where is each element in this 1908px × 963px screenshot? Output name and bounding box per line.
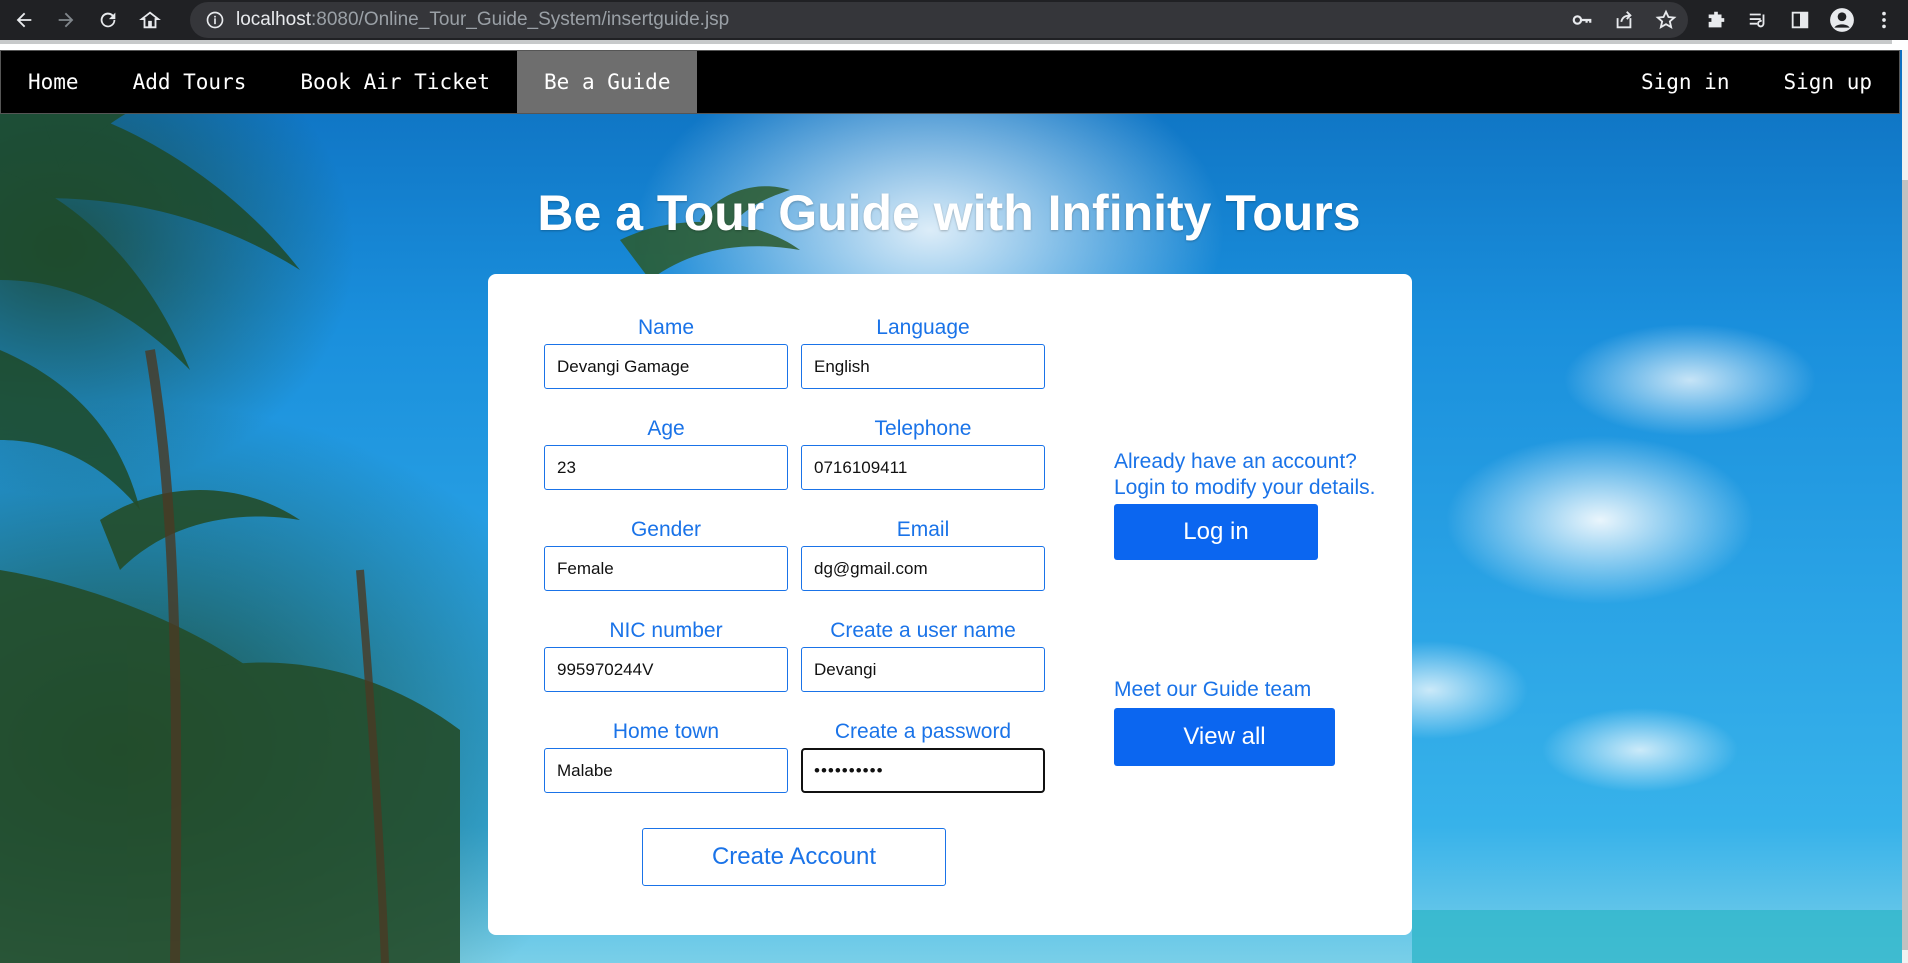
extensions-icon[interactable]	[1700, 4, 1732, 36]
email-label: Email	[896, 518, 950, 541]
nav-add-tours[interactable]: Add Tours	[106, 51, 274, 113]
login-prompt-line2: Login to modify your details.	[1114, 476, 1376, 499]
nav-sign-in[interactable]: Sign in	[1614, 51, 1757, 113]
age-label: Age	[647, 417, 685, 440]
hometown-field-group: Home town Malabe	[544, 720, 788, 793]
language-label: Language	[876, 316, 970, 339]
site-info-icon[interactable]	[202, 7, 228, 33]
nav-be-a-guide[interactable]: Be a Guide	[517, 51, 698, 113]
password-field-group: Create a password ••••••••••	[801, 720, 1045, 793]
telephone-field-group: Telephone 0716109411	[801, 417, 1045, 490]
profile-avatar-icon[interactable]	[1826, 4, 1858, 36]
name-label: Name	[637, 316, 695, 339]
gender-label: Gender	[630, 518, 702, 541]
name-field-group: Name Devangi Gamage	[544, 316, 788, 389]
url-host: localhost	[236, 9, 311, 30]
password-label: Create a password	[834, 720, 1012, 743]
password-input[interactable]: ••••••••••	[801, 748, 1045, 793]
site-navbar: Home Add Tours Book Air Ticket Be a Guid…	[0, 50, 1900, 114]
side-panel-icon[interactable]	[1784, 4, 1816, 36]
url-path: :8080/Online_Tour_Guide_System/insertgui…	[311, 9, 730, 30]
browser-toolbar: localhost:8080/Online_Tour_Guide_System/…	[0, 0, 1908, 40]
team-prompt: Meet our Guide team	[1114, 678, 1312, 701]
reading-list-icon[interactable]	[1742, 4, 1774, 36]
nic-label: NIC number	[609, 619, 723, 642]
hometown-input[interactable]: Malabe	[544, 748, 788, 793]
page-title: Be a Tour Guide with Infinity Tours	[537, 185, 1361, 241]
nav-home[interactable]: Home	[1, 51, 106, 113]
reload-icon[interactable]	[90, 2, 126, 38]
chrome-menu-icon[interactable]	[1868, 4, 1900, 36]
nic-input[interactable]: 995970244V	[544, 647, 788, 692]
bookmark-star-icon[interactable]	[1652, 6, 1680, 34]
url-text: localhost:8080/Online_Tour_Guide_System/…	[236, 9, 729, 31]
nav-spacer	[697, 51, 1614, 113]
username-field-group: Create a user name Devangi	[801, 619, 1045, 692]
toolbar-divider	[0, 40, 1908, 50]
back-icon[interactable]	[6, 2, 42, 38]
username-input[interactable]: Devangi	[801, 647, 1045, 692]
scrollbar-thumb[interactable]	[1902, 180, 1908, 950]
email-field-group: Email dg@gmail.com	[801, 518, 1045, 591]
email-input[interactable]: dg@gmail.com	[801, 546, 1045, 591]
age-field-group: Age 23	[544, 417, 788, 490]
telephone-input[interactable]: 0716109411	[801, 445, 1045, 490]
gender-field-group: Gender Female	[544, 518, 788, 591]
language-field-group: Language English	[801, 316, 1045, 389]
create-account-button[interactable]: Create Account	[642, 828, 946, 886]
nav-book-air-ticket[interactable]: Book Air Ticket	[273, 51, 517, 113]
login-prompt-line1: Already have an account?	[1114, 450, 1357, 473]
nic-field-group: NIC number 995970244V	[544, 619, 788, 692]
page-background: Home Add Tours Book Air Ticket Be a Guid…	[0, 50, 1902, 963]
username-label: Create a user name	[830, 619, 1016, 642]
view-all-button[interactable]: View all	[1114, 708, 1335, 766]
nav-sign-up[interactable]: Sign up	[1756, 51, 1899, 113]
forward-icon[interactable]	[48, 2, 84, 38]
language-input[interactable]: English	[801, 344, 1045, 389]
home-icon[interactable]	[132, 2, 168, 38]
guide-registration-card: Name Devangi Gamage Language English Age…	[488, 274, 1412, 935]
share-icon[interactable]	[1610, 6, 1638, 34]
page-scrollbar[interactable]	[1902, 50, 1908, 963]
address-bar[interactable]: localhost:8080/Online_Tour_Guide_System/…	[190, 2, 1688, 38]
key-icon[interactable]	[1568, 6, 1596, 34]
hometown-label: Home town	[612, 720, 720, 743]
age-input[interactable]: 23	[544, 445, 788, 490]
gender-input[interactable]: Female	[544, 546, 788, 591]
login-prompt: Already have an account? Login to modify…	[1114, 449, 1404, 501]
login-button[interactable]: Log in	[1114, 504, 1318, 560]
telephone-label: Telephone	[874, 417, 972, 440]
name-input[interactable]: Devangi Gamage	[544, 344, 788, 389]
